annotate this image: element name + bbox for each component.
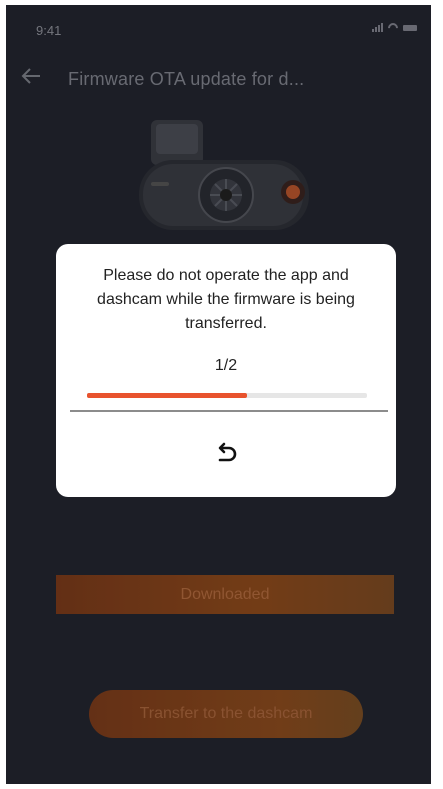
phone-screen: 9:41 Firmware OTA update for d... Downlo… (6, 5, 431, 784)
progress-bar (87, 393, 367, 398)
undo-icon[interactable] (211, 439, 241, 469)
dialog-divider (70, 410, 388, 412)
transfer-progress-dialog: Please do not operate the app and dashca… (56, 244, 396, 497)
dialog-message: Please do not operate the app and dashca… (97, 267, 355, 332)
progress-count: 1/2 (214, 357, 238, 374)
progress-bar-fill (87, 393, 247, 398)
